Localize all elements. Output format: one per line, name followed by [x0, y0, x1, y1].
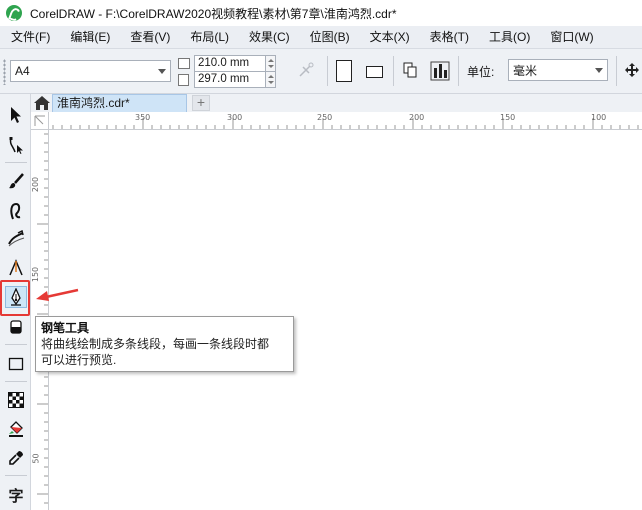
menu-tools[interactable]: 工具(O) — [478, 26, 539, 48]
menu-text[interactable]: 文本(X) — [359, 26, 419, 48]
page-size-select[interactable]: A4 — [10, 60, 171, 82]
node-edit-icon — [9, 137, 23, 154]
title-bar: CorelDRAW - F:\CorelDRAW2020视频教程\素材\第7章\… — [0, 0, 642, 26]
all-pages-icon[interactable] — [403, 62, 417, 78]
menu-view[interactable]: 查看(V) — [119, 26, 179, 48]
ruler-h-label: 350 — [135, 113, 151, 122]
page-height-field[interactable]: 297.0 mm — [194, 71, 266, 88]
separator — [616, 56, 617, 86]
units-label: 单位: — [467, 65, 495, 79]
menu-window[interactable]: 窗口(W) — [539, 26, 602, 48]
separator — [458, 56, 459, 86]
separator — [5, 381, 27, 382]
menu-edit[interactable]: 编辑(E) — [59, 26, 119, 48]
separator — [5, 162, 27, 163]
color-eyedropper-tool-button[interactable] — [5, 447, 27, 469]
separator — [393, 56, 394, 86]
artistic-media-icon — [8, 230, 25, 247]
bezier-tool-button[interactable] — [5, 256, 27, 278]
menu-file[interactable]: 文件(F) — [0, 26, 59, 48]
window-title: CorelDRAW - F:\CorelDRAW2020视频教程\素材\第7章\… — [30, 6, 397, 21]
menu-bar: 文件(F) 编辑(E) 查看(V) 布局(L) 效果(C) 位图(B) 文本(X… — [0, 26, 642, 48]
shape-tool-button[interactable] — [5, 134, 27, 156]
page-size-value: A4 — [15, 64, 30, 78]
ruler-v-label: 150 — [31, 266, 41, 283]
menu-table[interactable]: 表格(T) — [419, 26, 478, 48]
landscape-orientation-icon[interactable] — [366, 66, 383, 78]
paint-bucket-icon — [9, 421, 23, 437]
units-value: 毫米 — [513, 63, 538, 78]
page-width-icon — [178, 58, 190, 69]
coreldraw-logo-icon — [6, 5, 22, 21]
menu-layout[interactable]: 布局(L) — [179, 26, 238, 48]
document-tab[interactable]: 淮南鸿烈.cdr* — [52, 94, 187, 112]
home-icon[interactable] — [33, 95, 51, 111]
units-select[interactable]: 毫米 — [508, 59, 608, 81]
tool-tooltip: 钢笔工具 将曲线绘制成多条线段，每画一条线段时都 可以进行预览. — [35, 316, 294, 372]
ruler-h-label: 150 — [500, 113, 516, 122]
eraser-icon — [10, 320, 22, 334]
ruler-h-label: 300 — [227, 113, 243, 122]
ruler-h-label: 100 — [591, 113, 607, 122]
nudge-arrows-icon[interactable] — [624, 62, 640, 78]
ruler-origin[interactable] — [31, 112, 49, 130]
rectangle-tool-button[interactable] — [5, 353, 27, 375]
document-tab-label: 淮南鸿烈.cdr* — [57, 96, 130, 110]
eraser-tool-button[interactable] — [5, 316, 27, 338]
separator — [5, 344, 27, 345]
page-width-field[interactable]: 210.0 mm — [194, 55, 266, 72]
ruler-h-label: 250 — [317, 113, 333, 122]
checkerboard-icon — [8, 392, 24, 408]
rectangle-icon — [8, 357, 24, 371]
ruler-h-label: 200 — [409, 113, 425, 122]
portrait-orientation-icon[interactable] — [336, 60, 352, 82]
separator — [327, 56, 328, 86]
chevron-down-icon — [595, 67, 603, 73]
current-page-icon[interactable] — [430, 61, 450, 81]
toolbar-grip[interactable] — [3, 59, 6, 85]
separator — [5, 475, 27, 476]
tooltip-line-1: 将曲线绘制成多条线段，每画一条线段时都 — [41, 337, 270, 351]
tooltip-line-2: 可以进行预览. — [41, 353, 117, 367]
page-height-stepper[interactable] — [266, 71, 276, 88]
bezier-icon — [9, 259, 23, 276]
text-glyph-icon: 字 — [8, 487, 24, 505]
brush-icon — [9, 173, 24, 189]
curve-squiggle-icon — [10, 202, 21, 220]
text-tool-button[interactable]: 字 — [5, 484, 27, 506]
lock-ratio-icon[interactable] — [294, 60, 322, 82]
eyedropper-icon — [9, 451, 23, 465]
ruler-v-label: 200 — [31, 176, 41, 193]
chevron-down-icon — [158, 68, 166, 74]
tooltip-title: 钢笔工具 — [41, 321, 90, 335]
new-tab-button[interactable]: + — [192, 95, 210, 111]
artistic-media-tool-button[interactable] — [5, 228, 27, 250]
pick-tool-button[interactable] — [5, 104, 27, 126]
freehand-tool-button[interactable] — [5, 170, 27, 192]
transparency-tool-button[interactable] — [5, 389, 27, 411]
smart-drawing-tool-button[interactable] — [5, 200, 27, 222]
ruler-origin-icon — [34, 115, 45, 126]
page-width-stepper[interactable] — [266, 55, 276, 72]
page-height-icon — [178, 74, 189, 86]
ruler-v-label: 50 — [31, 453, 41, 464]
menu-effects[interactable]: 效果(C) — [238, 26, 299, 48]
menu-bitmaps[interactable]: 位图(B) — [299, 26, 359, 48]
horizontal-ruler[interactable]: 350 300 250 200 150 100 — [49, 112, 642, 130]
highlight-box — [0, 280, 30, 316]
pointer-arrow-icon — [36, 288, 79, 301]
interactive-fill-tool-button[interactable] — [5, 418, 27, 440]
cursor-arrow-icon — [11, 107, 21, 123]
document-tab-bar: 淮南鸿烈.cdr* + — [31, 94, 642, 112]
